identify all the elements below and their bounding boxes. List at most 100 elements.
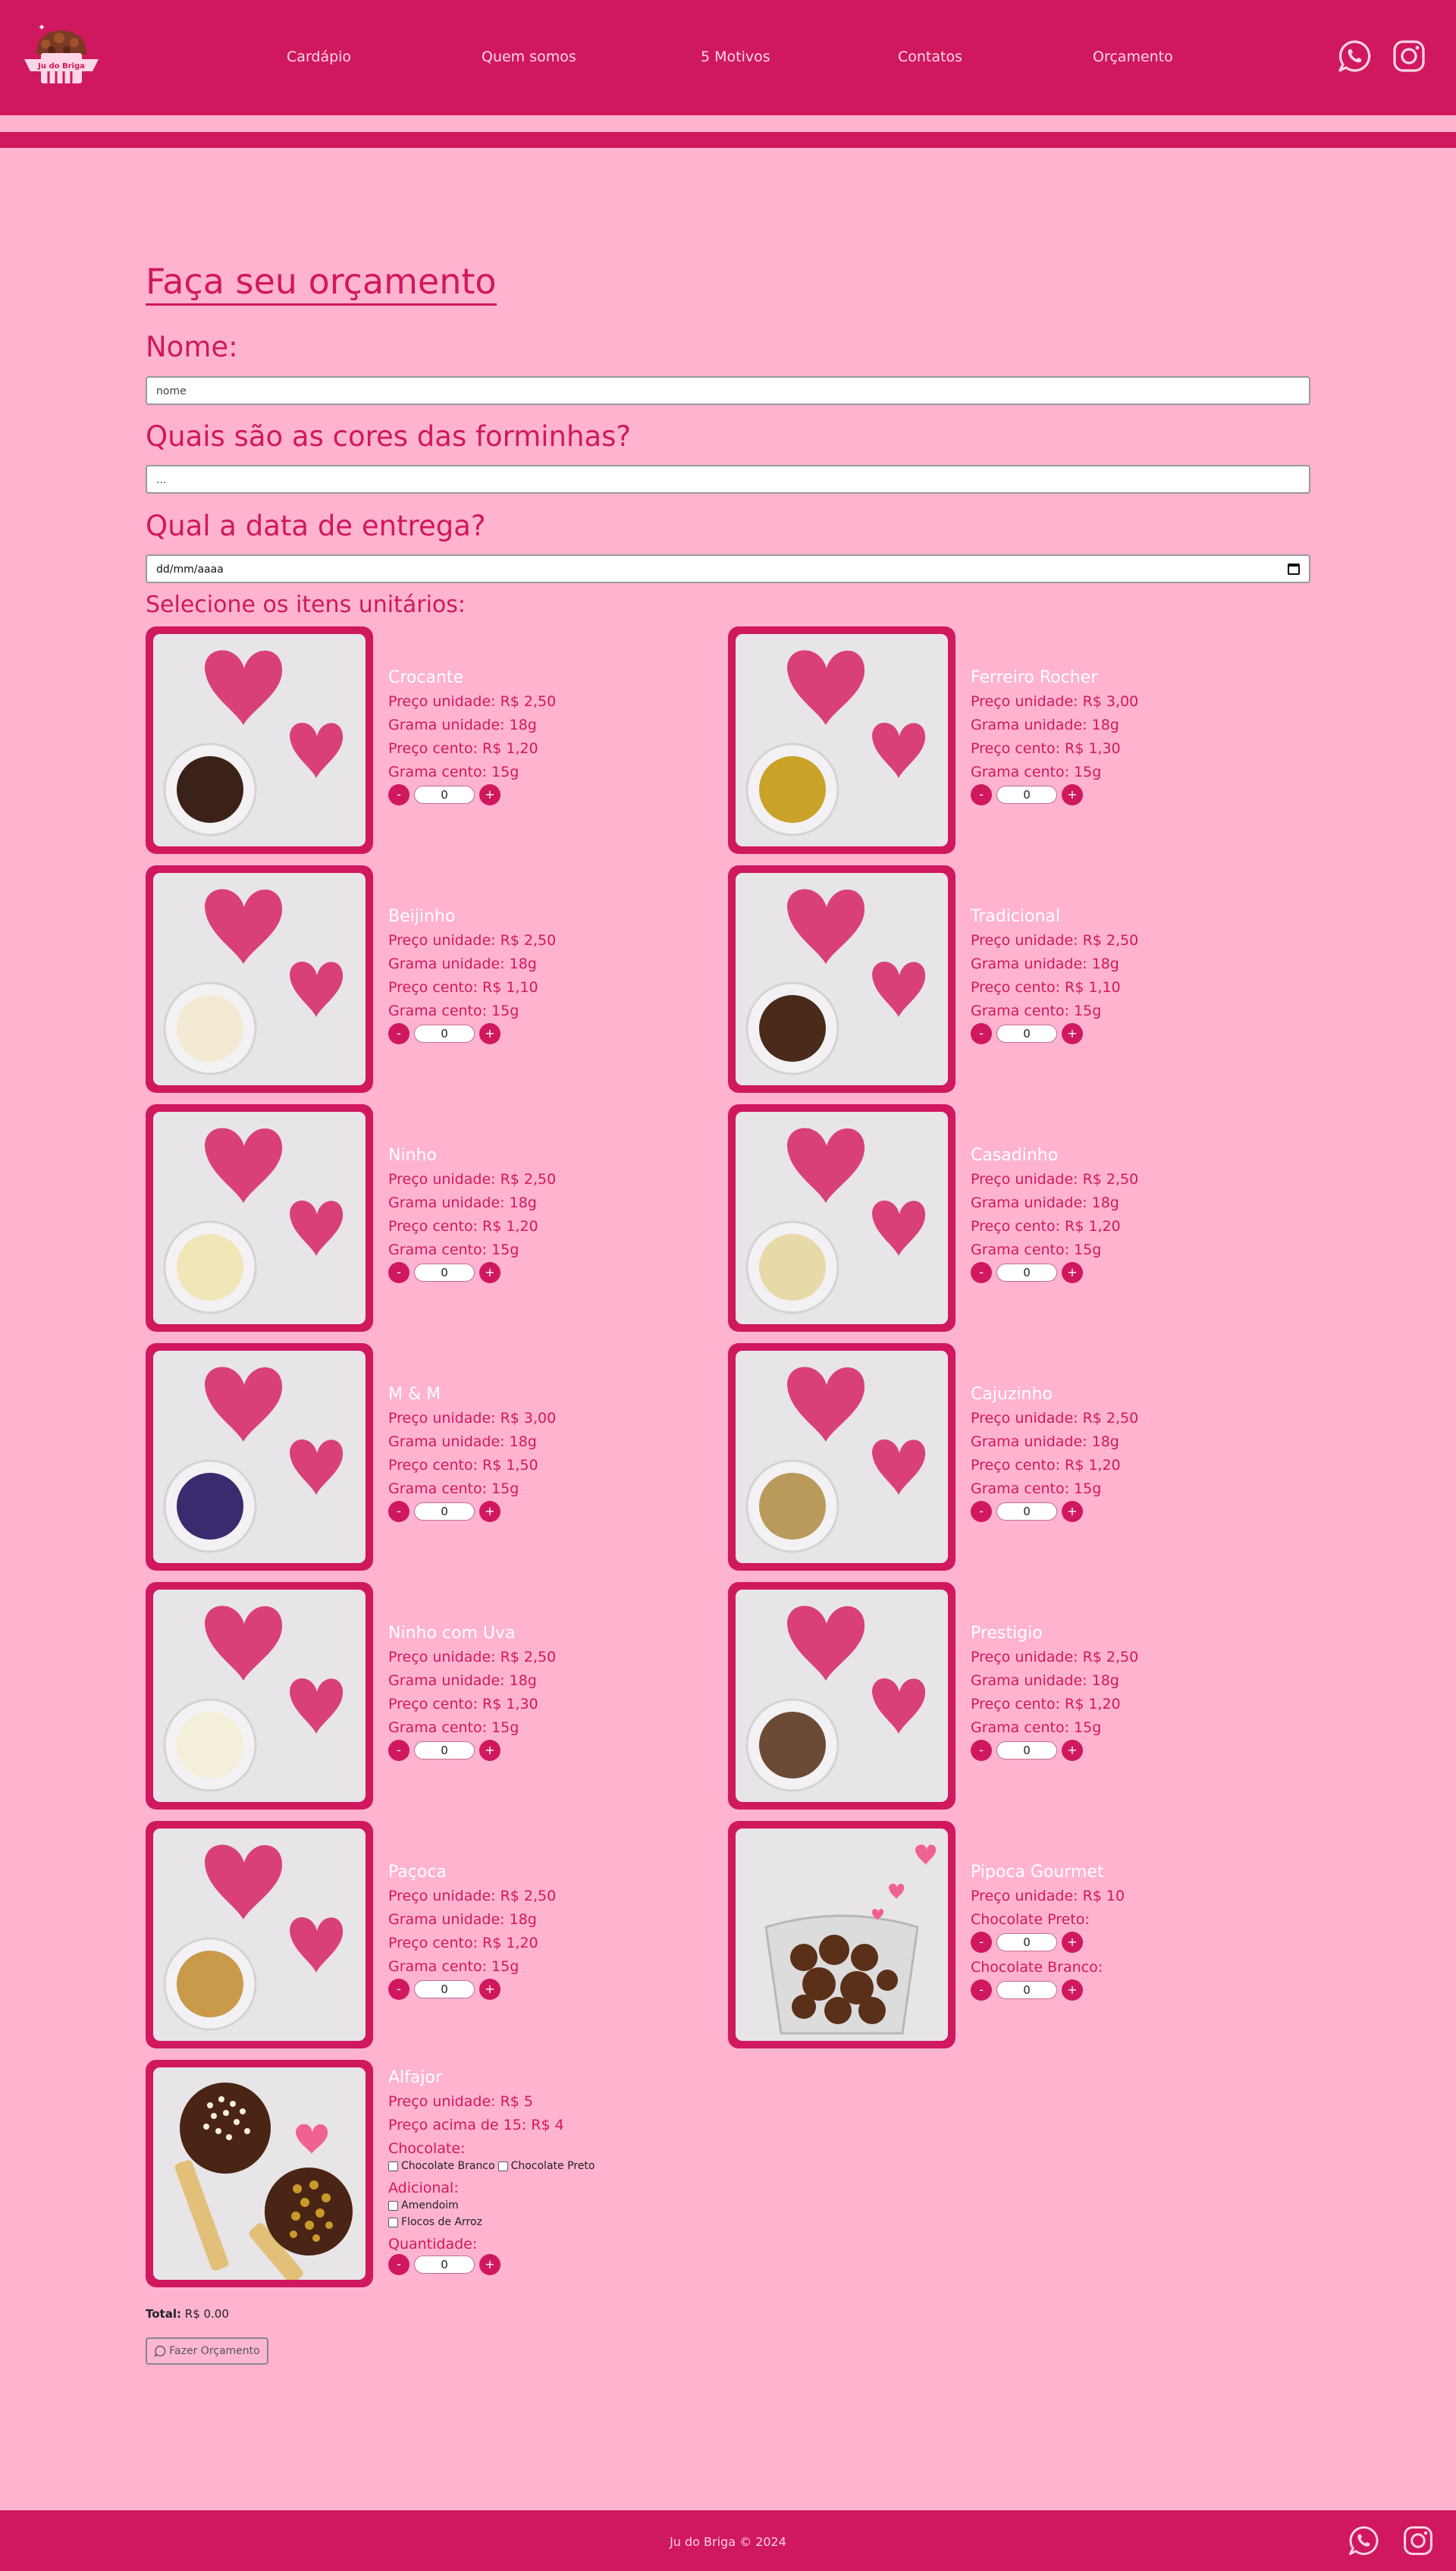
decrease-button[interactable]: -: [388, 1740, 410, 1761]
chocolate-branco-checkbox[interactable]: [388, 2161, 398, 2171]
quantidade-label: Quantidade:: [388, 2236, 478, 2252]
gram-cento: Grama cento: 15g: [971, 1003, 1102, 1019]
quantity-input[interactable]: 0: [996, 1981, 1057, 1999]
nav-cardapio[interactable]: Cardápio: [287, 49, 351, 65]
price-unit: Preço unidade: R$ 2,50: [971, 1410, 1139, 1427]
quantity-input[interactable]: 0: [414, 1980, 475, 1998]
whatsapp-icon[interactable]: [1336, 38, 1373, 74]
site-footer: Ju do Briga © 2024: [0, 2510, 1456, 2571]
price-cento: Preço cento: R$ 1,20: [388, 1935, 538, 1951]
product-image-frame: [728, 1104, 956, 1332]
quantity-stepper: -0 +: [388, 784, 676, 805]
price-cento: Preço cento: R$ 1,20: [388, 740, 538, 757]
increase-button[interactable]: +: [479, 1262, 500, 1283]
quantity-input[interactable]: 0: [996, 1264, 1057, 1282]
quantity-stepper: -0 +: [388, 1740, 676, 1761]
increase-button[interactable]: +: [1062, 1740, 1083, 1761]
product-photo: [153, 1829, 366, 2041]
product-name: Ninho: [388, 1146, 437, 1165]
quantity-input[interactable]: 0: [414, 1025, 475, 1043]
increase-button[interactable]: +: [479, 1501, 500, 1522]
total-value: R$ 0.00: [184, 2307, 229, 2321]
product-name: Alfajor: [388, 2068, 443, 2087]
product-info: Beijinho Preço unidade: R$ 2,50 Grama unid…: [388, 908, 676, 1051]
alfajor-photo: [153, 2067, 366, 2280]
gram-unit: Grama unidade: 18g: [971, 717, 1119, 733]
product-photo: [153, 1590, 366, 1802]
increase-button[interactable]: +: [1062, 1979, 1083, 2001]
increase-button[interactable]: +: [479, 1740, 500, 1761]
decrease-button[interactable]: -: [971, 1501, 992, 1522]
nav-5-motivos[interactable]: 5 Motivos: [701, 49, 770, 65]
gram-cento: Grama cento: 15g: [388, 764, 519, 780]
decrease-button[interactable]: -: [388, 784, 410, 805]
quantity-stepper: -0 +: [388, 1023, 676, 1044]
decrease-button[interactable]: -: [388, 1262, 410, 1283]
increase-button[interactable]: +: [1062, 784, 1083, 805]
increase-button[interactable]: +: [1062, 1932, 1083, 1953]
brand-logo[interactable]: Ju do Briga ✦: [20, 21, 103, 88]
price-cento: Preço cento: R$ 1,20: [971, 1696, 1121, 1712]
increase-button[interactable]: +: [1062, 1023, 1083, 1044]
instagram-icon[interactable]: [1391, 38, 1427, 74]
decrease-button[interactable]: -: [388, 1501, 410, 1522]
quantity-input[interactable]: 0: [996, 786, 1057, 804]
quantity-input[interactable]: 0: [414, 2256, 475, 2274]
product-info: M & M Preço unidade: R$ 3,00 Grama unidade…: [388, 1386, 676, 1529]
product-image-frame: [728, 865, 956, 1093]
product-name: Crocante: [388, 668, 464, 687]
increase-button[interactable]: +: [1062, 1262, 1083, 1283]
increase-button[interactable]: +: [479, 1979, 500, 2000]
calendar-icon[interactable]: [1288, 563, 1300, 575]
date-input[interactable]: dd/mm/aaaa: [146, 554, 1310, 583]
quantity-input[interactable]: 0: [996, 1741, 1057, 1760]
increase-button[interactable]: +: [479, 784, 500, 805]
increase-button[interactable]: +: [479, 2254, 500, 2275]
price-unit: Preço unidade: R$ 2,50: [971, 932, 1139, 949]
quantity-input[interactable]: 0: [996, 1025, 1057, 1043]
price-unit: Preço unidade: R$ 3,00: [971, 693, 1139, 710]
increase-button[interactable]: +: [1062, 1501, 1083, 1522]
nav-quem-somos[interactable]: Quem somos: [482, 49, 576, 65]
quantity-input[interactable]: 0: [414, 1741, 475, 1760]
quantity-input[interactable]: 0: [414, 786, 475, 804]
product-info: Ninho Preço unidade: R$ 2,50 Grama unidade…: [388, 1147, 676, 1290]
decrease-button[interactable]: -: [971, 1979, 992, 2001]
chocolate-preto-checkbox[interactable]: [497, 2161, 508, 2171]
product-image-frame: [146, 1821, 373, 2048]
decrease-button[interactable]: -: [971, 784, 992, 805]
colors-input[interactable]: ...: [146, 465, 1310, 494]
nav-orcamento[interactable]: Orçamento: [1093, 49, 1173, 65]
quantity-stepper: -0 +: [388, 1501, 676, 1522]
price-above-15: Preço acima de 15: R$ 4: [388, 2117, 564, 2133]
price-cento: Preço cento: R$ 1,10: [388, 979, 538, 996]
nav-contatos[interactable]: Contatos: [898, 49, 962, 65]
gram-cento: Grama cento: 15g: [388, 1242, 519, 1258]
product-card: Cajuzinho Preço unidade: R$ 2,50 Grama uni…: [728, 1343, 1259, 1571]
product-photo: [736, 1590, 948, 1802]
whatsapp-icon[interactable]: [1347, 2524, 1380, 2557]
quantity-input[interactable]: 0: [996, 1933, 1057, 1951]
quantity-input[interactable]: 0: [414, 1264, 475, 1282]
quantity-input[interactable]: 0: [996, 1502, 1057, 1521]
page-title: Faça seu orçamento: [146, 261, 497, 306]
decrease-button[interactable]: -: [971, 1023, 992, 1044]
decrease-button[interactable]: -: [388, 1979, 410, 2000]
submit-quote-button[interactable]: Fazer Orçamento: [146, 2337, 268, 2365]
amendoim-checkbox[interactable]: [388, 2200, 398, 2211]
price-unit: Preço unidade: R$ 5: [388, 2093, 533, 2110]
decrease-button[interactable]: -: [971, 1262, 992, 1283]
quantity-input[interactable]: 0: [414, 1502, 475, 1521]
name-input[interactable]: nome: [146, 376, 1310, 405]
decrease-button[interactable]: -: [971, 1932, 992, 1953]
instagram-icon[interactable]: [1401, 2524, 1435, 2557]
decrease-button[interactable]: -: [388, 1023, 410, 1044]
flocos-checkbox[interactable]: [388, 2217, 398, 2227]
product-name: Casadinho: [971, 1146, 1059, 1165]
decrease-button[interactable]: -: [971, 1740, 992, 1761]
decrease-button[interactable]: -: [388, 2254, 410, 2275]
increase-button[interactable]: +: [479, 1023, 500, 1044]
quantity-stepper: -0 +: [971, 1262, 1259, 1283]
quantity-stepper: - 0 +: [388, 2254, 676, 2275]
product-photo: [736, 873, 948, 1085]
